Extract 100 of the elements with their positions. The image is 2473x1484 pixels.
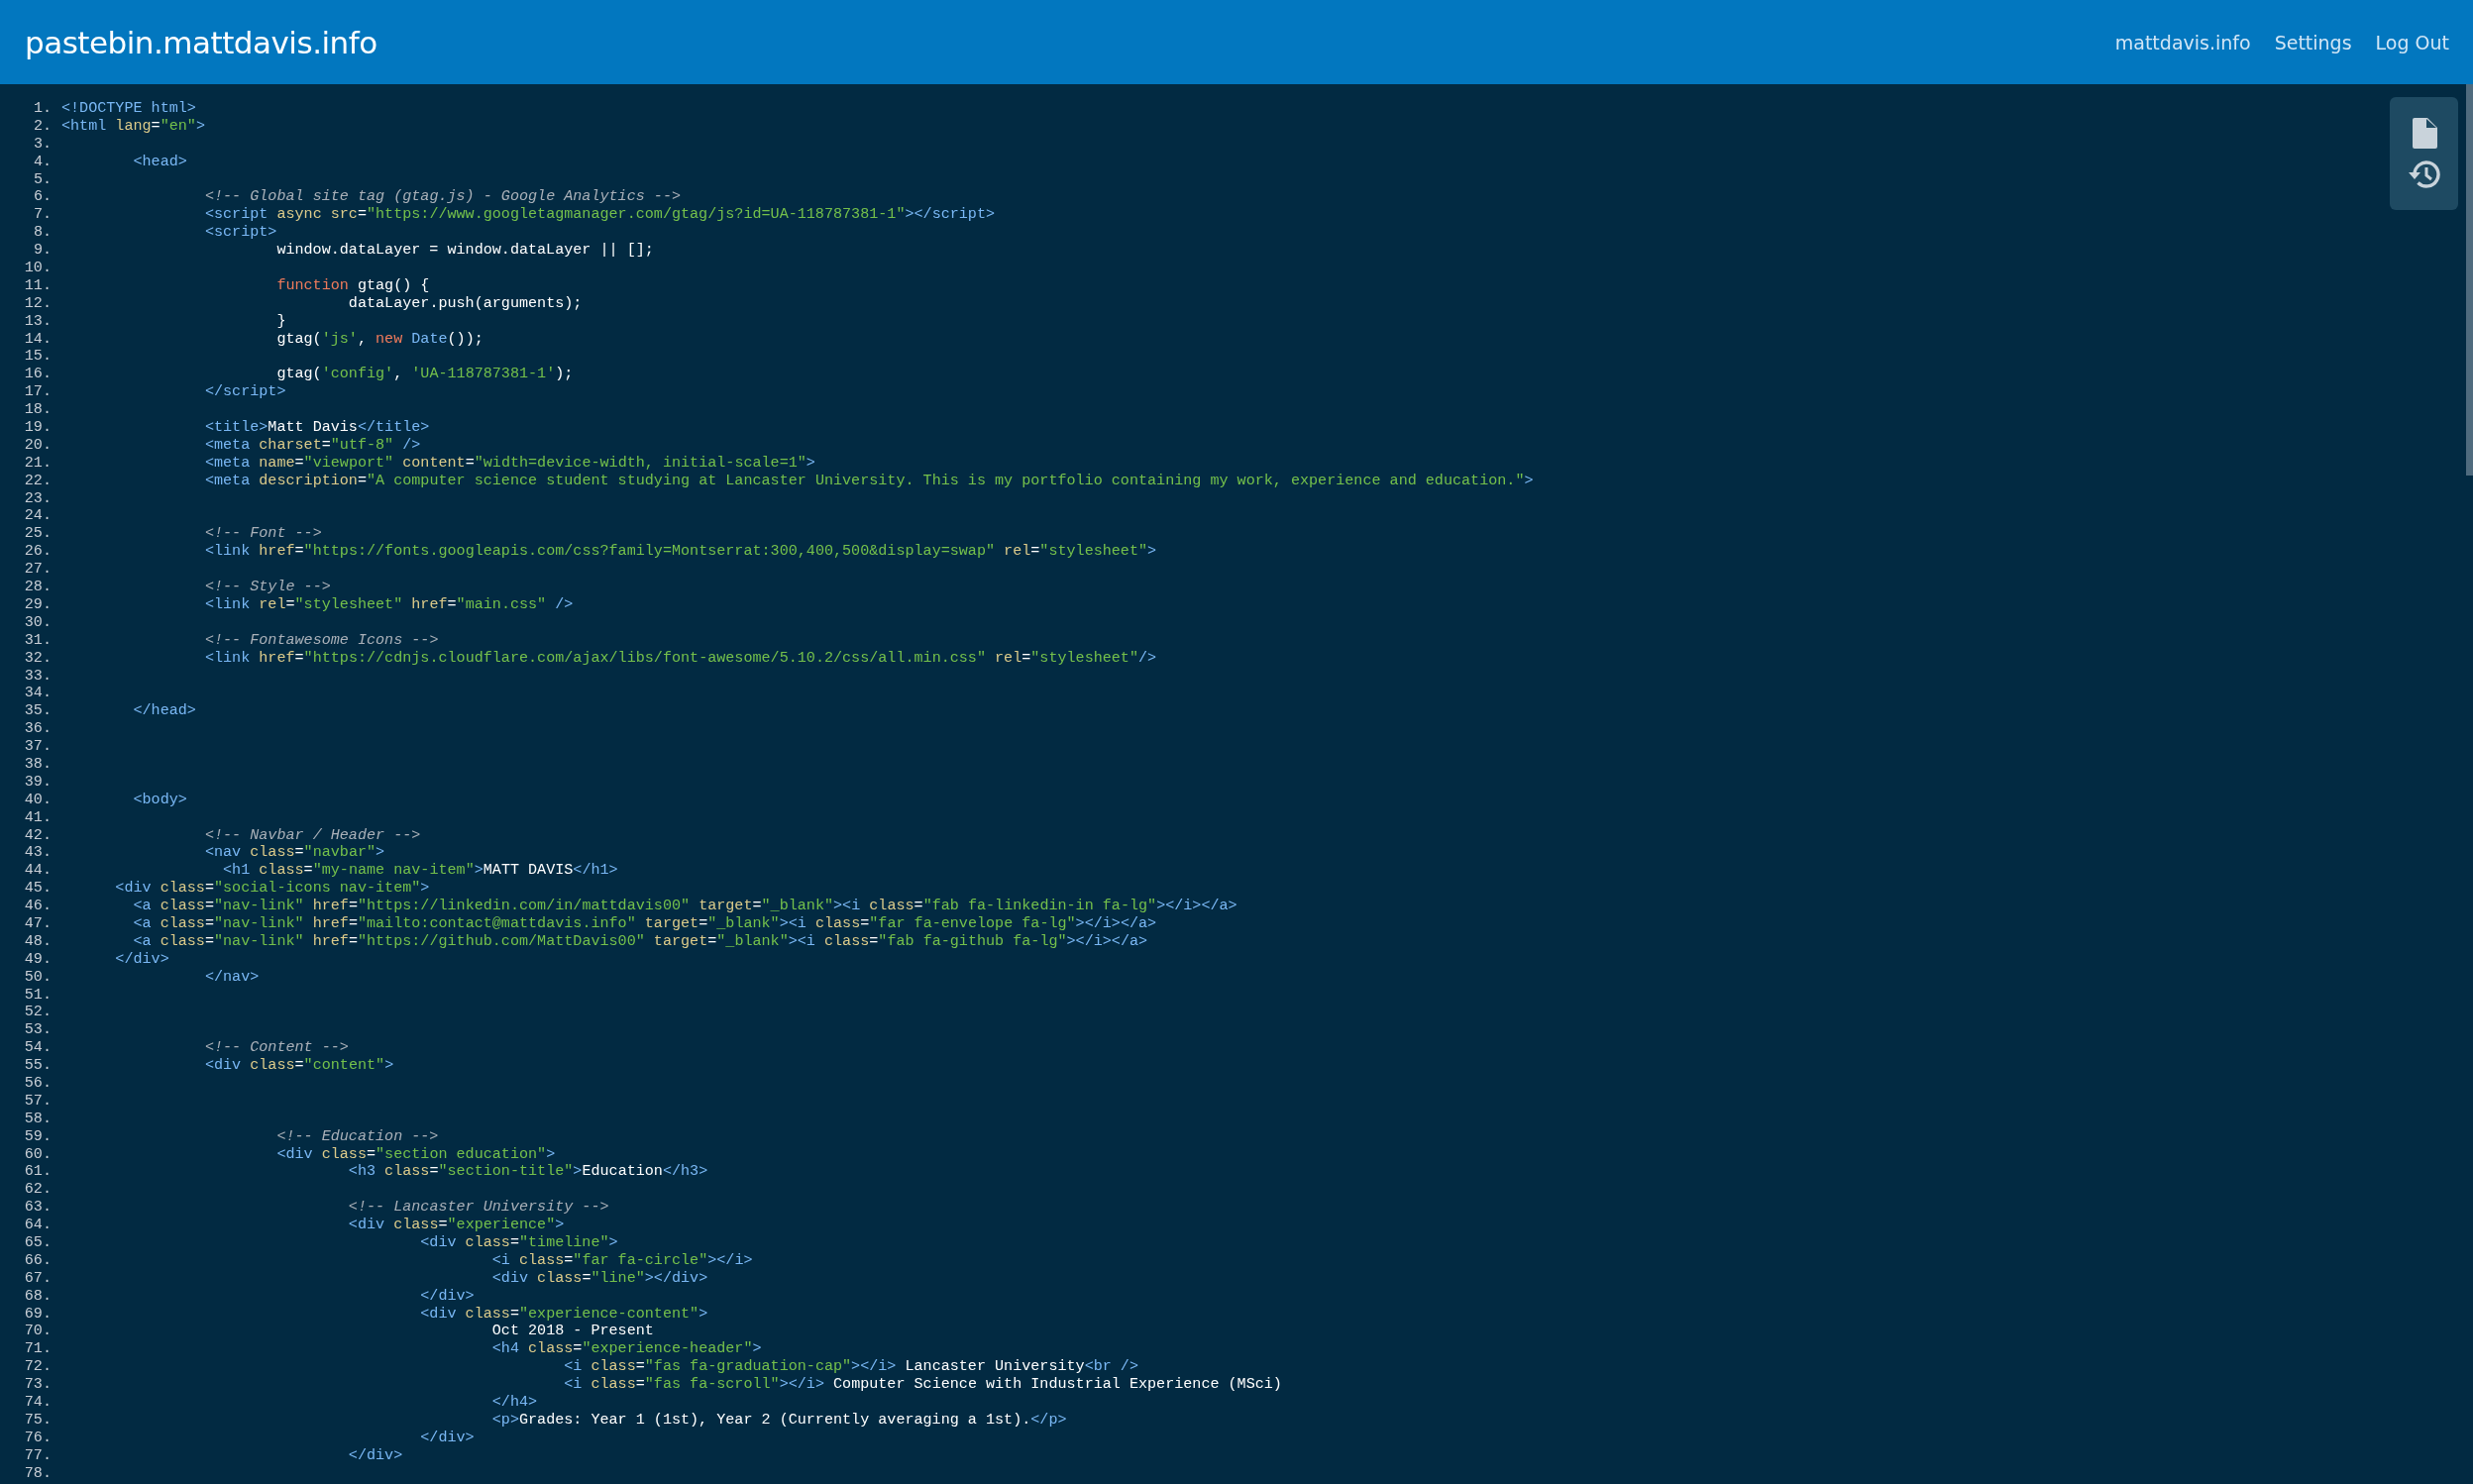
line-number: 69. xyxy=(23,1305,53,1324)
line-number: 8. xyxy=(32,224,53,243)
line-number: 66. xyxy=(23,1251,53,1270)
line-number: 70. xyxy=(23,1323,53,1341)
line-number: 31. xyxy=(23,631,53,650)
line-number: 64. xyxy=(23,1217,53,1234)
nav-link[interactable]: Log Out xyxy=(2375,31,2449,53)
line-number: 68. xyxy=(23,1287,53,1306)
line-number: 48. xyxy=(23,932,53,951)
line-number: 67. xyxy=(23,1269,53,1288)
code-line: <a class="nav-link" href="https://github.com/MattDavis00" target="_blank"><i class="fab fa-github fa-lg"></i></a> xyxy=(132,932,1148,951)
line-number: 21. xyxy=(23,454,53,473)
code-line: <meta description="A computer science student studying at Lancaster University. This is my portfolio containing my work, experience and education."> xyxy=(203,472,1534,490)
line-number: 37. xyxy=(23,738,53,756)
file-icon xyxy=(2411,117,2437,149)
code-line: </h4> xyxy=(490,1394,538,1412)
code-line: <nav class="navbar"> xyxy=(203,844,385,863)
code-line: <h1 class="my-name nav-item">MATT DAVIS</h1> xyxy=(222,862,618,881)
line-number: 59. xyxy=(23,1127,53,1146)
line-number: 26. xyxy=(23,543,53,562)
line-number: 63. xyxy=(23,1199,53,1218)
line-number: 24. xyxy=(23,507,53,526)
line-number: 65. xyxy=(23,1234,53,1252)
code-line: </head> xyxy=(132,702,196,721)
code-line: Oct 2018 - Present xyxy=(490,1323,654,1341)
scrollbar-thumb[interactable] xyxy=(2466,84,2473,476)
line-number: 61. xyxy=(23,1163,53,1182)
code-line: <p>Grades: Year 1 (1st), Year 2 (Currently averaging a 1st).</p> xyxy=(490,1411,1067,1430)
line-number: 16. xyxy=(23,366,53,384)
code-line: <!-- Fontawesome Icons --> xyxy=(203,631,439,650)
line-number: 50. xyxy=(23,968,53,987)
code-line: <link href="https://fonts.googleapis.com/css?family=Montserrat:300,400,500&display=swap" rel="stylesheet"> xyxy=(203,543,1157,562)
code-line: </script> xyxy=(203,383,286,402)
code-line: <!-- Font --> xyxy=(203,525,322,544)
line-number: 2. xyxy=(32,117,53,136)
code-line: <div class="experience"> xyxy=(347,1217,565,1234)
code-line: <meta name="viewport" content="width=device-width, initial-scale=1"> xyxy=(203,454,815,473)
code-line: </div> xyxy=(347,1446,403,1465)
code-line: <div class="section education"> xyxy=(275,1145,556,1164)
line-number: 42. xyxy=(23,826,53,845)
code-line: <i class="far fa-circle"></i> xyxy=(490,1251,753,1270)
line-number: 1. xyxy=(32,100,53,118)
code-line: <!-- Content --> xyxy=(203,1039,349,1058)
line-number: 7. xyxy=(32,206,53,225)
code-line: <div class="social-icons nav-item"> xyxy=(114,880,430,899)
nav-link[interactable]: mattdavis.info xyxy=(2114,31,2251,53)
line-number: 3. xyxy=(32,135,53,154)
line-number: 60. xyxy=(23,1145,53,1164)
line-number: 73. xyxy=(23,1376,53,1394)
code-line: gtag('js', new Date()); xyxy=(275,330,484,349)
line-number: 23. xyxy=(23,489,53,508)
line-number: 47. xyxy=(23,914,53,933)
line-number: 10. xyxy=(23,260,53,277)
code-line: <!-- Global site tag (gtag.js) - Google Analytics --> xyxy=(203,188,681,207)
line-number: 76. xyxy=(23,1429,53,1447)
code-line: <div class="content"> xyxy=(203,1057,394,1075)
code-line: </nav> xyxy=(203,968,260,987)
line-number: 71. xyxy=(23,1340,53,1359)
line-number: 29. xyxy=(23,595,53,614)
site-title: pastebin.mattdavis.info xyxy=(25,24,377,60)
line-number: 22. xyxy=(23,472,53,490)
line-number: 52. xyxy=(23,1004,53,1022)
line-number: 11. xyxy=(23,276,53,295)
line-number: 9. xyxy=(32,242,53,260)
code-line: gtag('config', 'UA-118787381-1'); xyxy=(275,366,574,384)
line-number: 19. xyxy=(23,419,53,437)
line-number: 5. xyxy=(32,170,53,189)
line-number: 55. xyxy=(23,1057,53,1075)
code-line: <h3 class="section-title">Education</h3> xyxy=(347,1163,708,1182)
code-line: </div> xyxy=(419,1429,475,1447)
line-number: 30. xyxy=(23,613,53,632)
line-number: 28. xyxy=(23,579,53,596)
line-number: 33. xyxy=(23,667,53,686)
code-line: <meta charset="utf-8" /> xyxy=(203,436,421,455)
line-number: 14. xyxy=(23,330,53,349)
line-number: 72. xyxy=(23,1358,53,1377)
code-line: <a class="nav-link" href="https://linkedin.com/in/mattdavis00" target="_blank"><i class="fab fa-linkedin-in fa-lg"></i></a> xyxy=(132,898,1237,915)
line-number: 41. xyxy=(23,808,53,827)
line-number: 51. xyxy=(23,986,53,1005)
code-line: dataLayer.push(arguments); xyxy=(347,294,583,313)
line-number: 58. xyxy=(23,1110,53,1128)
code-line: <div class="line"></div> xyxy=(490,1269,708,1288)
code-line: <div class="timeline"> xyxy=(419,1234,618,1252)
line-number: 78. xyxy=(23,1464,53,1483)
history-icon xyxy=(2408,159,2440,189)
code-line: } xyxy=(275,312,286,331)
code-line: <script async src="https://www.googletagmanager.com/gtag/js?id=UA-118787381-1"></script> xyxy=(203,206,996,225)
code-line: <!-- Education --> xyxy=(275,1127,439,1146)
line-number: 38. xyxy=(23,755,53,774)
line-number: 17. xyxy=(23,383,53,402)
code-line: <!-- Navbar / Header --> xyxy=(203,826,421,845)
nav-link[interactable]: Settings xyxy=(2274,31,2352,53)
line-number: 13. xyxy=(23,312,53,331)
line-number: 57. xyxy=(23,1092,53,1111)
code-line: <link rel="stylesheet" href="main.css" /> xyxy=(203,595,574,614)
line-number: 53. xyxy=(23,1021,53,1040)
line-number: 4. xyxy=(32,153,53,171)
line-number: 45. xyxy=(23,880,53,899)
code-line: <i class="fas fa-graduation-cap"></i> Lancaster University<br /> xyxy=(563,1358,1138,1377)
code-line: <title>Matt Davis</title> xyxy=(203,419,430,437)
